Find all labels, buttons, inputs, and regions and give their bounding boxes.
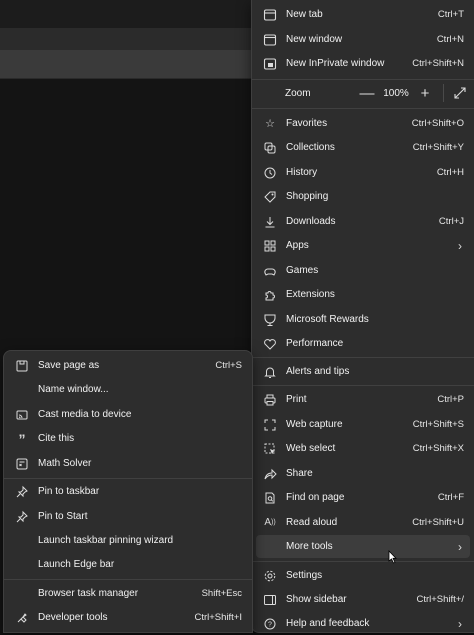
collections-icon [263,141,277,155]
shopping-tag-icon [263,190,277,204]
apps-icon [263,239,277,253]
menu-item-shopping[interactable]: Shopping [256,185,470,208]
submenu-item-pin-to-start[interactable]: Pin to Start [8,505,248,528]
math-solver-icon [15,457,29,471]
performance-icon [263,337,277,351]
developer-tools-icon [15,611,29,625]
menu-item-performance[interactable]: Performance [256,332,470,355]
more-tools-submenu: Save page as Ctrl+S Name window... Cast … [3,350,253,633]
print-icon [263,393,277,407]
quote-icon: ” [18,430,26,447]
chevron-right-icon: › [458,616,462,631]
help-icon: ? [263,617,277,631]
menu-item-print[interactable]: Print Ctrl+P [256,388,470,411]
menu-item-alerts-and-tips[interactable]: Alerts and tips [256,360,470,383]
extensions-icon [263,288,277,302]
cast-icon [15,408,29,422]
menu-separator [4,579,252,580]
new-tab-icon [263,8,277,22]
pin-icon [15,510,29,524]
new-window-icon [263,33,277,47]
submenu-item-browser-task-manager[interactable]: Browser task manager Shift+Esc [8,582,248,605]
menu-item-favorites[interactable]: ☆ Favorites Ctrl+Shift+O [256,112,470,135]
zoom-label: Zoom [285,87,311,99]
menu-item-more-tools[interactable]: More tools › [256,535,470,558]
favorites-icon: ☆ [265,118,275,130]
zoom-in-button[interactable]: + [415,83,435,103]
menu-item-share[interactable]: Share [256,462,470,485]
menu-item-extensions[interactable]: Extensions [256,283,470,306]
zoom-divider [443,84,444,102]
menu-item-settings[interactable]: Settings [256,564,470,587]
menu-item-apps[interactable]: Apps › [256,234,470,257]
find-icon [263,491,277,505]
menu-item-read-aloud[interactable]: A)) Read aloud Ctrl+Shift+U [256,511,470,534]
submenu-item-cite-this[interactable]: ” Cite this [8,427,248,450]
mouse-cursor-icon [388,550,397,564]
inprivate-icon [263,57,277,71]
menu-item-find-on-page[interactable]: Find on page Ctrl+F [256,486,470,509]
read-aloud-icon: A)) [264,517,276,528]
submenu-item-name-window[interactable]: Name window... [8,378,248,401]
sidebar-icon [263,593,277,607]
menu-item-collections[interactable]: Collections Ctrl+Shift+Y [256,136,470,159]
submenu-item-pin-to-taskbar[interactable]: Pin to taskbar [8,480,248,503]
submenu-item-developer-tools[interactable]: Developer tools Ctrl+Shift+I [8,606,248,629]
chevron-right-icon: › [458,539,462,554]
zoom-level: 100% [383,87,409,99]
menu-separator [252,561,474,562]
download-icon [263,215,277,229]
menu-separator [252,357,474,358]
menu-item-history[interactable]: History Ctrl+H [256,161,470,184]
svg-text:?: ? [268,621,272,628]
submenu-item-taskbar-pinning-wizard[interactable]: Launch taskbar pinning wizard [8,529,248,552]
fullscreen-icon [454,87,466,99]
settings-icon [263,569,277,583]
menu-item-microsoft-rewards[interactable]: Microsoft Rewards [256,308,470,331]
menu-item-help-and-feedback[interactable]: ? Help and feedback › [256,612,470,635]
menu-item-new-window[interactable]: New window Ctrl+N [256,28,470,51]
submenu-item-save-page-as[interactable]: Save page as Ctrl+S [8,354,248,377]
submenu-item-math-solver[interactable]: Math Solver [8,452,248,475]
fullscreen-button[interactable] [450,83,470,103]
web-select-icon [263,442,277,456]
menu-item-downloads[interactable]: Downloads Ctrl+J [256,210,470,233]
zoom-row: Zoom — 100% + [256,80,470,106]
settings-and-more-menu: New tab Ctrl+T New window Ctrl+N New InP… [251,0,474,633]
menu-item-new-inprivate-window[interactable]: New InPrivate window Ctrl+Shift+N [256,52,470,75]
share-icon [263,467,277,481]
zoom-out-button[interactable]: — [357,83,377,103]
menu-separator [252,108,474,109]
menu-separator [252,385,474,386]
save-icon [15,359,29,373]
menu-item-new-tab[interactable]: New tab Ctrl+T [256,3,470,26]
chevron-right-icon: › [458,238,462,253]
pin-icon [15,485,29,499]
history-icon [263,166,277,180]
menu-item-show-sidebar[interactable]: Show sidebar Ctrl+Shift+/ [256,588,470,611]
rewards-icon [263,313,277,327]
submenu-item-launch-edge-bar[interactable]: Launch Edge bar [8,553,248,576]
menu-item-games[interactable]: Games [256,259,470,282]
bell-icon [263,365,277,379]
menu-separator [4,478,252,479]
web-capture-icon [263,418,277,432]
menu-item-web-capture[interactable]: Web capture Ctrl+Shift+S [256,413,470,436]
menu-item-web-select[interactable]: Web select Ctrl+Shift+X [256,437,470,460]
submenu-item-cast-media[interactable]: Cast media to device [8,403,248,426]
games-icon [263,264,277,278]
